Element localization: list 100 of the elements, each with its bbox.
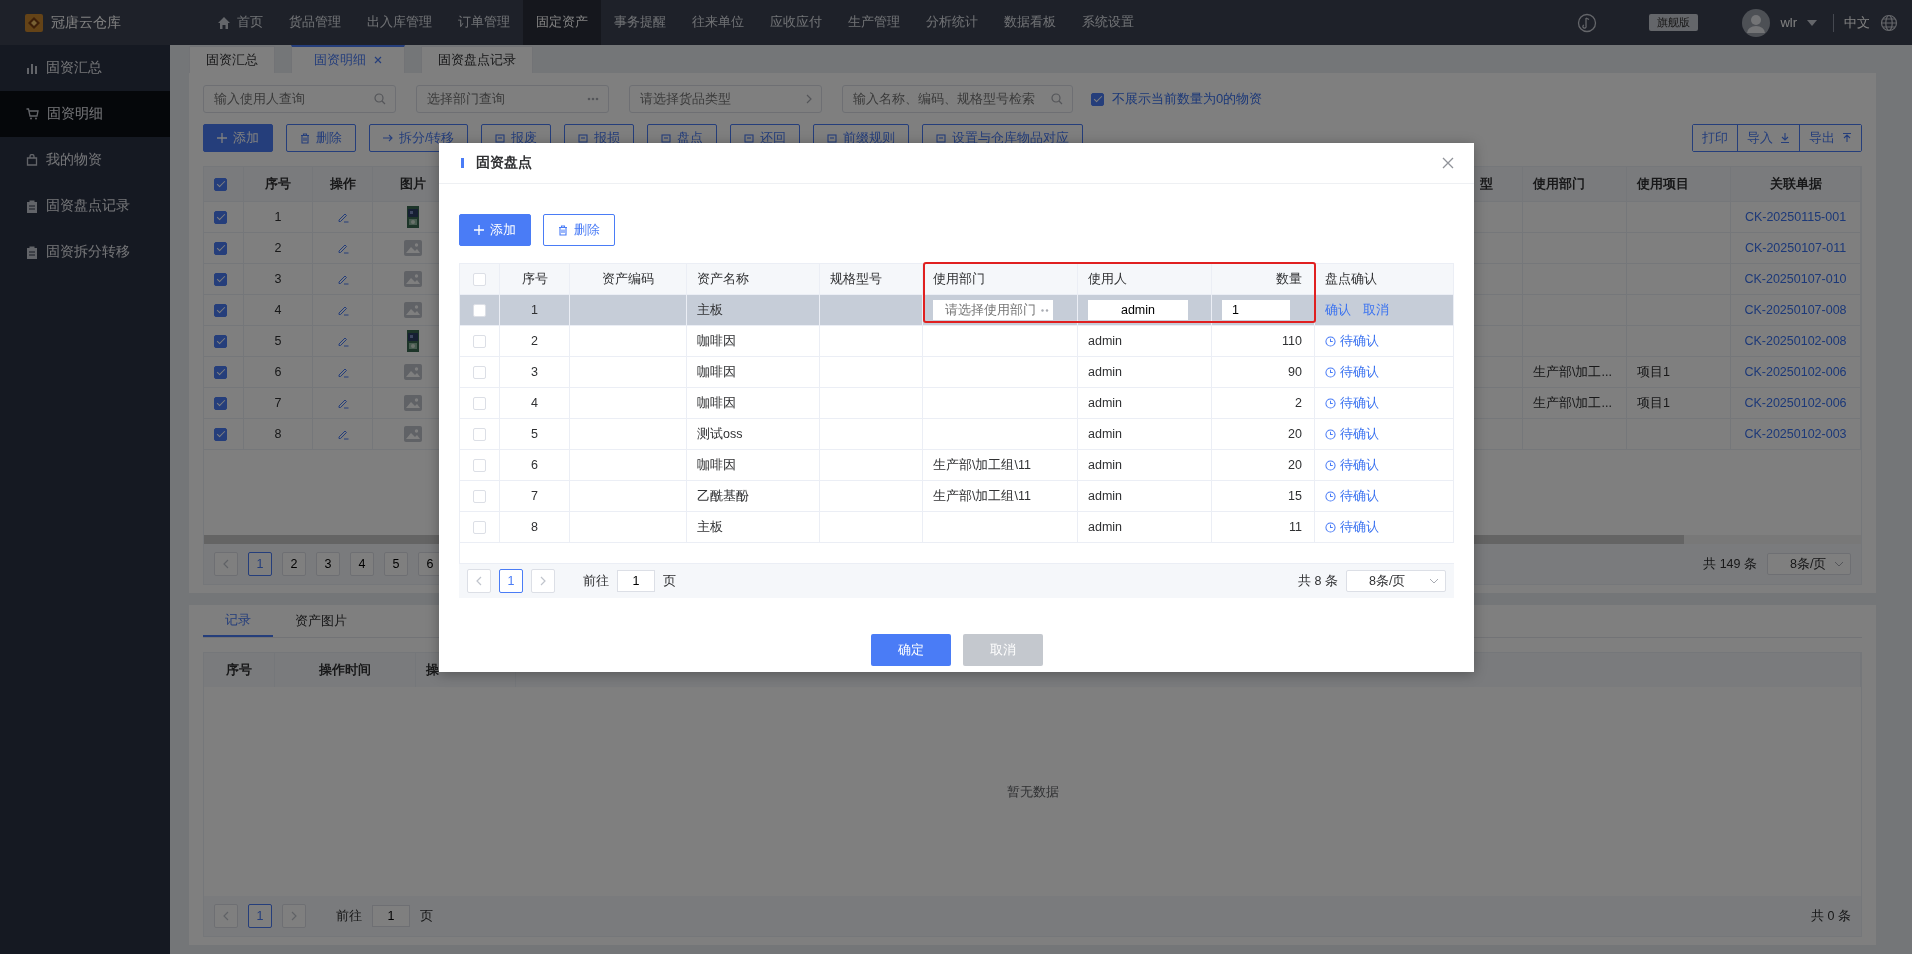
checkbox[interactable] xyxy=(214,303,227,317)
checkbox[interactable] xyxy=(214,177,227,191)
close-icon[interactable] xyxy=(1442,157,1454,169)
document-link[interactable]: CK-20250102-003 xyxy=(1744,427,1847,441)
chevron-right-icon xyxy=(291,911,297,921)
document-link[interactable]: CK-20250102-008 xyxy=(1744,334,1847,348)
nav-item[interactable]: 固定资产 xyxy=(523,0,601,45)
music-icon[interactable] xyxy=(1577,12,1598,33)
table-cell: 1 xyxy=(244,202,313,232)
action-link[interactable]: 取消 xyxy=(1363,301,1389,319)
nav-item[interactable]: 生产管理 xyxy=(835,0,913,45)
checkbox[interactable] xyxy=(214,427,227,441)
sidebar-item[interactable]: 固资明细 xyxy=(0,91,170,137)
status-link[interactable]: 待确认 xyxy=(1325,332,1379,350)
status-link[interactable]: 待确认 xyxy=(1325,425,1379,443)
edit-icon[interactable] xyxy=(336,366,349,378)
language-menu[interactable]: 中文 xyxy=(1844,13,1870,32)
page-button[interactable]: 4 xyxy=(350,552,374,576)
dialog-button[interactable]: 添加 xyxy=(459,214,531,246)
filter-field[interactable]: 输入使用人查询 xyxy=(203,85,396,113)
column-header: 操作时间 xyxy=(275,653,416,687)
globe-icon[interactable] xyxy=(1880,13,1898,32)
user-name[interactable]: wlr xyxy=(1780,15,1797,30)
nav-item[interactable]: 应收应付 xyxy=(757,0,835,45)
filter-field[interactable]: 输入名称、编码、规格型号检索 xyxy=(842,85,1073,113)
table-cell: admin xyxy=(1078,357,1212,387)
document-link[interactable]: CK-20250107-010 xyxy=(1744,272,1847,286)
edit-icon[interactable] xyxy=(336,428,349,440)
edit-icon[interactable] xyxy=(336,273,349,285)
status-link[interactable]: 待确认 xyxy=(1325,363,1379,381)
page-input[interactable]: 1 xyxy=(372,905,410,927)
checkbox-label[interactable]: 不展示当前数量为0的物资 xyxy=(1112,90,1263,108)
page-input[interactable]: 1 xyxy=(617,570,655,592)
quantity-field[interactable]: 1 xyxy=(1222,300,1290,320)
panel-tab[interactable]: 资产图片 xyxy=(273,605,369,637)
frame-icon xyxy=(578,133,589,143)
page-size-select[interactable]: 8条/页 xyxy=(1767,553,1851,575)
page-size-select[interactable]: 8条/页 xyxy=(1346,570,1446,592)
document-link[interactable]: CK-20250107-011 xyxy=(1744,241,1847,255)
action-link[interactable]: 确认 xyxy=(1325,301,1351,319)
table-cell: admin xyxy=(1078,326,1212,356)
department-field[interactable]: 请选择使用部门 xyxy=(933,300,1053,320)
nav-item[interactable]: 事务提醒 xyxy=(601,0,679,45)
dialog-title: 固资盘点 xyxy=(476,154,532,172)
nav-item[interactable]: 首页 xyxy=(204,0,276,45)
nav-item[interactable]: 系统设置 xyxy=(1069,0,1147,45)
nav-item[interactable]: 数据看板 xyxy=(991,0,1069,45)
status-link[interactable]: 待确认 xyxy=(1325,487,1379,505)
edit-icon[interactable] xyxy=(336,242,349,254)
edit-icon[interactable] xyxy=(336,304,349,316)
page-tab[interactable]: 固资汇总 xyxy=(189,46,275,73)
document-link[interactable]: CK-20250102-006 xyxy=(1744,365,1847,379)
page-button[interactable]: 1 xyxy=(499,569,523,593)
page-button[interactable]: 2 xyxy=(282,552,306,576)
column-header: 序号 xyxy=(500,264,570,294)
sidebar-item[interactable]: 固资汇总 xyxy=(0,45,170,91)
status-link[interactable]: 待确认 xyxy=(1325,456,1379,474)
toolbar-button[interactable]: 导出 xyxy=(1799,125,1861,151)
page-button[interactable]: 1 xyxy=(248,552,272,576)
dialog-button[interactable]: 删除 xyxy=(543,214,615,246)
nav-item[interactable]: 出入库管理 xyxy=(354,0,445,45)
document-link[interactable]: CK-20250102-006 xyxy=(1744,396,1847,410)
nav-item[interactable]: 订单管理 xyxy=(445,0,523,45)
page-button[interactable]: 5 xyxy=(384,552,408,576)
checkbox[interactable] xyxy=(214,334,227,348)
toolbar-button[interactable]: 拆分/转移 xyxy=(369,124,469,152)
nav-item[interactable]: 分析统计 xyxy=(913,0,991,45)
page-tab[interactable]: 固资盘点记录 xyxy=(421,46,533,73)
panel-tab[interactable]: 记录 xyxy=(203,605,273,637)
sidebar-item[interactable]: 固资盘点记录 xyxy=(0,183,170,229)
empty-text: 暂无数据 xyxy=(1006,782,1059,801)
toolbar-button[interactable]: 添加 xyxy=(203,124,273,152)
page-button[interactable]: 6 xyxy=(418,552,442,576)
sidebar-item[interactable]: 固资拆分转移 xyxy=(0,229,170,275)
edit-icon[interactable] xyxy=(336,211,349,223)
page-button[interactable]: 3 xyxy=(316,552,340,576)
edit-icon[interactable] xyxy=(336,397,349,409)
nav-item[interactable]: 往来单位 xyxy=(679,0,757,45)
page-tab[interactable]: 固资明细 xyxy=(291,45,405,73)
page-button[interactable]: 1 xyxy=(248,904,272,928)
nav-item[interactable]: 货品管理 xyxy=(276,0,354,45)
filter-field[interactable]: 请选择货品类型 xyxy=(629,85,822,113)
status-link[interactable]: 待确认 xyxy=(1325,518,1379,536)
close-icon[interactable] xyxy=(374,56,382,64)
edit-icon[interactable] xyxy=(336,335,349,347)
user-field[interactable]: admin xyxy=(1088,300,1188,320)
caret-icon[interactable] xyxy=(1807,19,1817,26)
document-link[interactable]: CK-20250115-001 xyxy=(1744,210,1847,224)
checkbox[interactable] xyxy=(214,210,227,224)
checkbox[interactable] xyxy=(214,365,227,379)
document-link[interactable]: CK-20250107-008 xyxy=(1744,303,1847,317)
status-link[interactable]: 待确认 xyxy=(1325,394,1379,412)
checkbox[interactable] xyxy=(214,241,227,255)
checkbox[interactable] xyxy=(214,396,227,410)
checkbox[interactable] xyxy=(214,272,227,286)
checkbox[interactable] xyxy=(1091,92,1104,106)
dialog-button[interactable]: 确定 xyxy=(870,634,951,666)
toolbar-button[interactable]: 删除 xyxy=(286,124,356,152)
avatar-icon[interactable] xyxy=(1742,8,1771,37)
sidebar-item[interactable]: 我的物资 xyxy=(0,137,170,183)
